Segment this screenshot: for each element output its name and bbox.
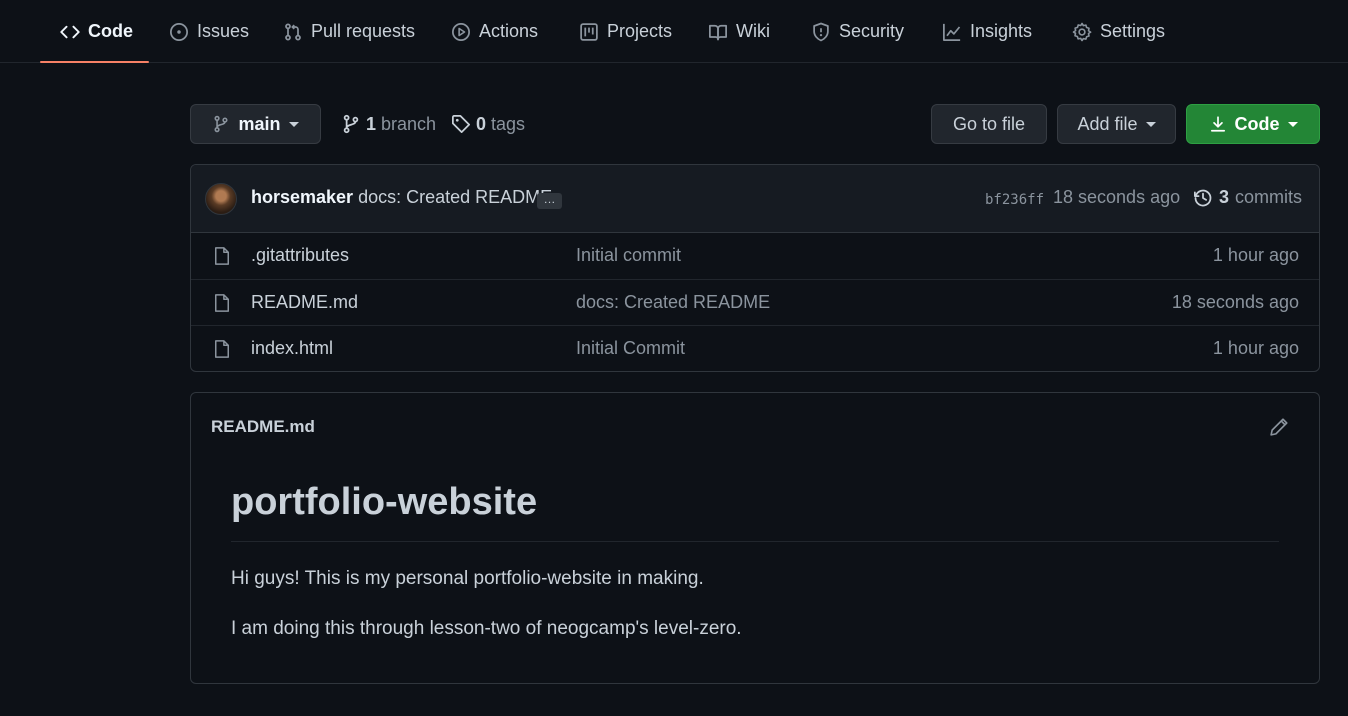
file-browser: horsemaker docs: Created README … bf236f…: [190, 164, 1320, 372]
play-icon: [452, 22, 470, 41]
file-row[interactable]: .gitattributes Initial commit 1 hour ago: [191, 233, 1319, 279]
avatar[interactable]: [205, 183, 237, 215]
tab-settings[interactable]: Settings: [1072, 0, 1165, 63]
tag-label: tags: [491, 113, 526, 134]
file-commit-message[interactable]: Initial commit: [576, 245, 681, 266]
file-row[interactable]: index.html Initial Commit 1 hour ago: [191, 325, 1319, 371]
file-icon: [215, 294, 229, 312]
readme-panel: README.md portfolio-website Hi guys! Thi…: [190, 392, 1320, 684]
shield-icon: [813, 22, 829, 41]
file-icon: [215, 340, 229, 358]
file-age: 1 hour ago: [1212, 245, 1299, 265]
file-name[interactable]: README.md: [251, 292, 358, 313]
file-name[interactable]: index.html: [251, 338, 333, 359]
tags-link[interactable]: 0 tags: [451, 108, 525, 140]
active-tab-underline: [40, 61, 149, 63]
tab-label: Insights: [970, 21, 1033, 41]
chevron-down-icon: [1287, 121, 1298, 127]
tab-label: Issues: [197, 21, 250, 41]
tab-wiki[interactable]: Wiki: [708, 0, 770, 63]
branch-name: main: [238, 113, 281, 134]
code-icon: [60, 25, 80, 38]
graph-icon: [943, 23, 961, 41]
download-icon: [1210, 116, 1225, 132]
tab-label: Pull requests: [311, 21, 416, 41]
file-commit-message[interactable]: docs: Created README: [576, 292, 770, 313]
branch-icon: [343, 114, 359, 134]
issue-icon: [170, 22, 188, 41]
tab-insights[interactable]: Insights: [942, 0, 1032, 63]
add-file-button[interactable]: Add file: [1057, 104, 1176, 144]
file-commit-message[interactable]: Initial Commit: [576, 338, 685, 359]
branch-count: 1: [366, 113, 377, 134]
project-icon: [580, 22, 598, 41]
tab-code[interactable]: Code: [60, 0, 133, 63]
tab-label: Projects: [607, 21, 673, 41]
file-age: 18 seconds ago: [1171, 292, 1299, 312]
tab-actions[interactable]: Actions: [451, 0, 538, 63]
history-icon: [1194, 189, 1212, 206]
chevron-down-icon: [288, 121, 299, 127]
file-icon: [215, 247, 229, 265]
commit-count: 3: [1219, 187, 1230, 207]
go-to-file-label: Go to file: [952, 113, 1026, 134]
branch-icon: [214, 115, 229, 133]
commit-author[interactable]: horsemaker: [251, 187, 353, 207]
tab-issues[interactable]: Issues: [169, 0, 249, 63]
readme-paragraph: Hi guys! This is my personal portfolio-w…: [231, 568, 704, 589]
branches-link[interactable]: 1 branch: [341, 108, 436, 140]
commit-sha[interactable]: bf236ff: [985, 192, 1044, 208]
tab-projects[interactable]: Projects: [579, 0, 672, 63]
tab-label: Actions: [479, 21, 539, 41]
pencil-icon[interactable]: [1269, 417, 1289, 437]
readme-filename[interactable]: README.md: [211, 417, 315, 437]
branch-label: branch: [381, 113, 437, 134]
tag-count: 0: [476, 113, 487, 134]
commit-message[interactable]: docs: Created README: [358, 187, 552, 207]
tab-pull-requests[interactable]: Pull requests: [283, 0, 415, 63]
tab-label: Code: [88, 21, 133, 41]
tab-security[interactable]: Security: [811, 0, 904, 63]
readme-heading: portfolio-website: [231, 481, 538, 523]
tab-label: Settings: [1100, 21, 1166, 41]
file-age: 1 hour ago: [1212, 338, 1299, 358]
commit-count-label: commits: [1235, 187, 1303, 207]
latest-commit-bar: horsemaker docs: Created README … bf236f…: [191, 165, 1319, 233]
gear-icon: [1072, 22, 1092, 41]
commit-summary: horsemaker docs: Created README: [251, 187, 552, 208]
code-dropdown-button[interactable]: Code: [1186, 104, 1320, 144]
repo-nav: Code Issues Pull requests Actions Projec…: [0, 0, 1348, 63]
book-icon: [709, 24, 727, 40]
tab-label: Wiki: [736, 21, 770, 41]
file-row[interactable]: README.md docs: Created README 18 second…: [191, 279, 1319, 325]
file-name[interactable]: .gitattributes: [251, 245, 349, 266]
tag-icon: [452, 115, 470, 133]
commits-history-link[interactable]: 3 commits: [1193, 187, 1302, 208]
go-to-file-button[interactable]: Go to file: [931, 104, 1047, 144]
commit-expand-button[interactable]: …: [537, 193, 562, 209]
heading-divider: [231, 541, 1279, 542]
chevron-down-icon: [1145, 121, 1156, 127]
pull-request-icon: [285, 22, 301, 40]
tab-label: Security: [839, 21, 905, 41]
code-button-label: Code: [1234, 113, 1280, 134]
branch-select-button[interactable]: main: [190, 104, 321, 144]
commit-age: 18 seconds ago: [1053, 187, 1181, 207]
add-file-label: Add file: [1077, 113, 1138, 134]
readme-paragraph: I am doing this through lesson-two of ne…: [231, 618, 742, 639]
